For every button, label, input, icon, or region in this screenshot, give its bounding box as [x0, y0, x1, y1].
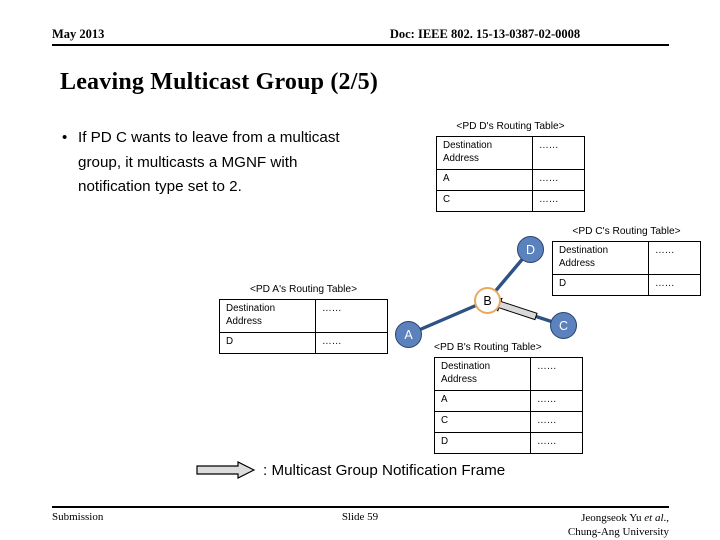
table-row: Destination Address ……: [434, 357, 583, 391]
topology-node-b-label: B: [483, 293, 492, 308]
table-cell-destination: C: [434, 411, 531, 433]
table-cell-other: ……: [530, 411, 583, 433]
footer-author-etal: et al: [644, 512, 664, 524]
table-header-destination: Destination Address: [434, 357, 531, 391]
header-divider: [52, 44, 669, 46]
table-cell-other: ……: [532, 169, 585, 191]
slide: May 2013 Doc: IEEE 802. 15-13-0387-02-00…: [0, 0, 720, 540]
table-header-other: ……: [315, 299, 388, 333]
table-row: D ……: [219, 332, 388, 354]
header-date: May 2013: [52, 27, 105, 41]
table-row: D ……: [552, 274, 701, 296]
table-cell-destination: C: [436, 190, 533, 212]
footer-author-line: Jeongseok Yu et al.,: [568, 511, 669, 525]
footer-divider: [52, 506, 669, 508]
table-row: A ……: [436, 169, 585, 191]
legend: : Multicast Group Notification Frame: [196, 461, 505, 479]
routing-table-pd-a-grid: Destination Address …… D ……: [219, 299, 388, 354]
table-cell-destination: A: [434, 390, 531, 412]
header-document-number: Doc: IEEE 802. 15-13-0387-02-0008: [389, 27, 581, 41]
table-row: A ……: [434, 390, 583, 412]
table-cell-destination: D: [219, 332, 316, 354]
table-header-other: ……: [532, 136, 585, 170]
table-header-destination: Destination Address: [219, 299, 316, 333]
routing-table-pd-a-caption: <PD A's Routing Table>: [249, 284, 358, 295]
topology-node-a[interactable]: A: [395, 321, 422, 348]
table-cell-destination: A: [436, 169, 533, 191]
routing-table-pd-b: <PD B's Routing Table> Destination Addre…: [434, 342, 583, 454]
routing-table-pd-c-grid: Destination Address …… D ……: [552, 241, 701, 296]
footer-author-tail: .,: [663, 512, 670, 524]
table-cell-other: ……: [315, 332, 388, 354]
page-title: Leaving Multicast Group (2/5): [60, 69, 379, 95]
footer-authors: Jeongseok Yu et al., Chung-Ang Universit…: [568, 511, 669, 539]
table-cell-other: ……: [530, 432, 583, 454]
topology-node-d-label: D: [525, 242, 536, 257]
routing-table-pd-d: <PD D's Routing Table> Destination Addre…: [436, 121, 585, 212]
topology-node-b[interactable]: B: [474, 287, 501, 314]
topology-node-a-label: A: [404, 327, 413, 342]
bullet-list: • If PD C wants to leave from a multicas…: [62, 126, 362, 200]
table-cell-other: ……: [530, 390, 583, 412]
routing-table-pd-b-caption: <PD B's Routing Table>: [434, 342, 542, 353]
table-header-destination: Destination Address: [436, 136, 533, 170]
footer-affiliation: Chung-Ang University: [567, 526, 669, 538]
bullet-marker: •: [62, 129, 68, 146]
topology-node-d[interactable]: D: [517, 236, 544, 263]
table-header-other: ……: [648, 241, 701, 275]
routing-table-pd-d-grid: Destination Address …… A …… C ……: [436, 136, 585, 212]
table-row: C ……: [436, 190, 585, 212]
block-arrow-icon: [196, 461, 256, 479]
legend-label: : Multicast Group Notification Frame: [263, 461, 506, 479]
table-cell-destination: D: [434, 432, 531, 454]
routing-table-pd-c: <PD C's Routing Table> Destination Addre…: [552, 226, 701, 296]
table-header-other: ……: [530, 357, 583, 391]
bullet-text: If PD C wants to leave from a multicast …: [78, 129, 340, 195]
table-row: C ……: [434, 411, 583, 433]
table-cell-other: ……: [648, 274, 701, 296]
routing-table-pd-a: <PD A's Routing Table> Destination Addre…: [219, 284, 388, 354]
routing-table-pd-b-grid: Destination Address …… A …… C …… D ……: [434, 357, 583, 454]
table-row: Destination Address ……: [552, 241, 701, 275]
routing-table-pd-c-caption: <PD C's Routing Table>: [572, 226, 681, 237]
table-cell-other: ……: [532, 190, 585, 212]
table-row: D ……: [434, 432, 583, 454]
table-header-destination: Destination Address: [552, 241, 649, 275]
routing-table-pd-d-caption: <PD D's Routing Table>: [456, 121, 565, 132]
footer-author-name: Jeongseok Yu: [581, 512, 645, 524]
topology-node-c[interactable]: C: [550, 312, 577, 339]
table-row: Destination Address ……: [219, 299, 388, 333]
table-row: Destination Address ……: [436, 136, 585, 170]
table-cell-destination: D: [552, 274, 649, 296]
topology-node-c-label: C: [558, 318, 569, 333]
